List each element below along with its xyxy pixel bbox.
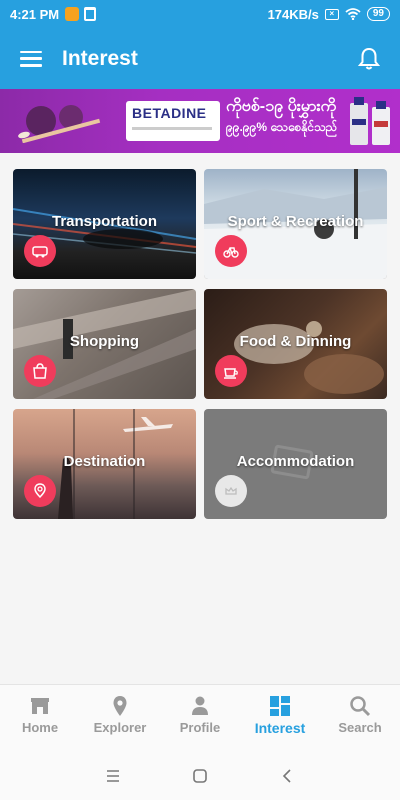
person-icon (192, 696, 208, 715)
brand-logo: BETADINE (126, 101, 220, 141)
notification-app-icon (65, 7, 80, 21)
nav-explorer[interactable]: Explorer (80, 685, 160, 752)
category-label: Food & Dinning (239, 333, 352, 350)
page-title: Interest (62, 46, 138, 70)
grid-icon (270, 696, 290, 716)
category-label: Destination (63, 453, 146, 470)
category-card-shopping[interactable]: Shopping (13, 289, 196, 399)
ad-banner[interactable]: BETADINE ကိုဗစ်-၁၉ ပိုးမွှားကို ၉၉.၉၉% သ… (0, 89, 400, 153)
location-pin-icon (24, 475, 56, 507)
home-square-icon[interactable] (186, 762, 214, 790)
category-card-transportation[interactable]: Transportation (13, 169, 196, 279)
trash-icon (84, 7, 97, 21)
cotton-swab-illustration (18, 105, 101, 143)
shopping-bag-icon (24, 355, 56, 387)
nav-label: Profile (179, 720, 221, 735)
category-card-destination[interactable]: Destination (13, 409, 196, 519)
nav-interest[interactable]: Interest (240, 685, 320, 752)
category-label: Shopping (69, 333, 140, 350)
promo-line-2: ၉၉.၉၉% သေစေနိုင်သည် (226, 120, 338, 134)
promo-line-1: ကိုဗစ်-၁၉ ပိုးမွှားကို (226, 98, 337, 115)
bus-icon (24, 235, 56, 267)
nav-profile[interactable]: Profile (160, 685, 240, 752)
search-icon (350, 696, 371, 717)
category-card-food-dinning[interactable]: Food & Dinning (204, 289, 387, 399)
back-arrow-icon[interactable] (273, 762, 301, 790)
crown-icon (215, 475, 247, 507)
nav-label: Home (21, 720, 59, 735)
notification-bell-icon[interactable] (358, 47, 380, 71)
bottom-navigation: Home Explorer Profile Interest Search (0, 684, 400, 752)
sim-off-icon: × (324, 8, 339, 20)
map-pin-icon (113, 696, 127, 716)
category-card-sport-recreation[interactable]: Sport & Recreation (204, 169, 387, 279)
category-label: Transportation (51, 213, 157, 230)
nav-home[interactable]: Home (0, 685, 80, 752)
nav-label: Search (338, 720, 382, 735)
category-label: Accommodation (236, 453, 355, 470)
status-time: 4:21 PM (10, 6, 60, 22)
nav-label: Explorer (93, 720, 147, 735)
coffee-cup-icon (215, 355, 247, 387)
product-bottles-illustration (350, 97, 390, 145)
promo-text: ကိုဗစ်-၁၉ ပိုးမွှားကို ၉၉.၉၉% သေစေနိုင်သ… (226, 95, 346, 147)
app-bar: Interest (0, 28, 400, 89)
brand-name: BETADINE (132, 105, 207, 121)
battery-indicator: 99 (366, 7, 390, 21)
nav-label: Interest (254, 720, 306, 736)
network-speed: 174KB/s (267, 6, 319, 22)
nav-search[interactable]: Search (320, 685, 400, 752)
wifi-icon (345, 8, 361, 20)
recent-apps-icon[interactable] (99, 762, 127, 790)
bicycle-icon (215, 235, 247, 267)
menu-icon[interactable] (20, 50, 42, 67)
category-card-accommodation[interactable]: Accommodation (204, 409, 387, 519)
home-icon (31, 698, 49, 714)
category-label: Sport & Recreation (227, 213, 364, 230)
status-bar: 4:21 PM 174KB/s × 99 (0, 0, 400, 28)
system-navigation (0, 752, 400, 800)
